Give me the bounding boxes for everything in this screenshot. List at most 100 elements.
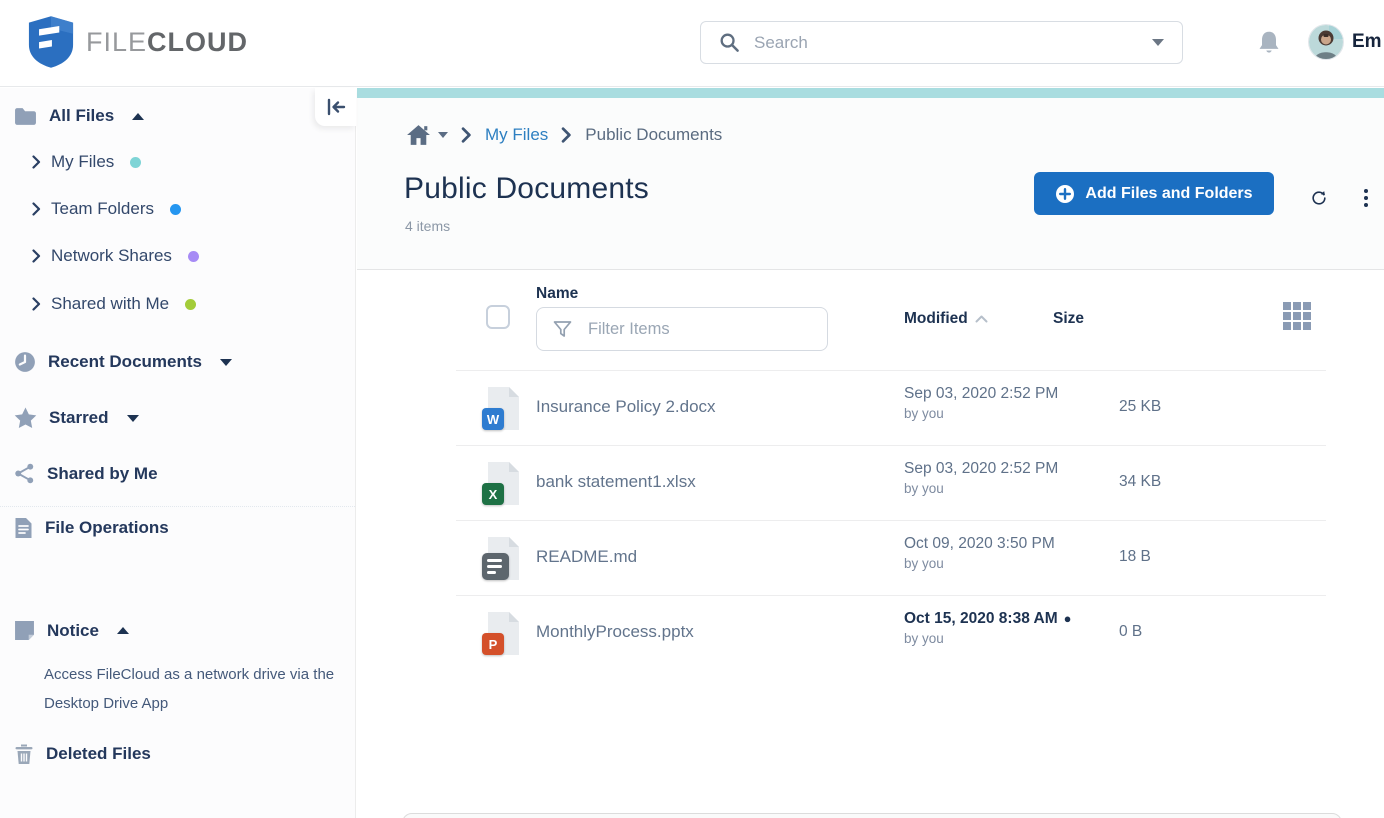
file-row[interactable]: W Insurance Policy 2.docx Sep 03, 2020 2… [456, 370, 1326, 445]
refresh-button[interactable] [1305, 184, 1333, 212]
modified-header-label: Modified [904, 310, 968, 327]
sidebar-collapse-button[interactable] [315, 88, 356, 126]
column-header-modified[interactable]: Modified [904, 310, 988, 328]
caret-down-icon [219, 358, 232, 366]
status-dot [169, 203, 181, 215]
modified-date: Sep 03, 2020 2:52 PM [904, 460, 1059, 477]
chevron-right-icon [461, 127, 471, 143]
modified-date: Oct 09, 2020 3:50 PM [904, 535, 1055, 552]
search-input[interactable] [740, 32, 1152, 53]
sidebar-item-label: My Files [51, 152, 115, 171]
search-scope-caret-icon[interactable] [1152, 39, 1164, 46]
modified-by: by you [904, 556, 944, 571]
select-all-checkbox[interactable] [486, 305, 510, 329]
sidebar-item-all-files[interactable]: All Files [0, 106, 343, 126]
modified-cell: Sep 03, 2020 2:52 PM by you [904, 460, 1058, 496]
sidebar-item-label: Notice [47, 620, 99, 640]
file-row[interactable]: X bank statement1.xlsx Sep 03, 2020 2:52… [456, 445, 1326, 520]
file-name[interactable]: bank statement1.xlsx [536, 472, 696, 492]
document-icon [15, 518, 32, 538]
file-list-section: Name Modified Size [357, 269, 1384, 818]
user-avatar[interactable] [1308, 24, 1344, 60]
page-title: Public Documents [404, 172, 649, 205]
home-icon [407, 125, 430, 145]
sidebar-item-label: Starred [49, 408, 109, 427]
top-header: FILECLOUD Em [0, 0, 1384, 87]
breadcrumb-home[interactable] [405, 123, 448, 147]
sidebar-item-label: All Files [49, 106, 115, 125]
breadcrumb-current: Public Documents [585, 125, 723, 144]
sidebar-item-notice[interactable]: Notice [0, 620, 343, 641]
recent-change-dot: ● [1063, 611, 1072, 626]
excel-file-icon: X [482, 461, 521, 506]
folder-icon [15, 107, 36, 125]
grid-view-toggle-icon[interactable] [1283, 302, 1311, 330]
modified-by: by you [904, 481, 944, 496]
chevron-right-icon [32, 155, 41, 169]
file-name[interactable]: MonthlyProcess.pptx [536, 622, 694, 642]
accent-bar [357, 88, 1384, 98]
search-icon [720, 33, 739, 52]
sidebar-item-shared-by-me[interactable]: Shared by Me [0, 463, 343, 484]
chevron-right-icon [32, 202, 41, 216]
sidebar-item-my-files[interactable]: My Files [0, 152, 343, 172]
notifications-bell-icon[interactable] [1256, 29, 1282, 57]
modified-date: Sep 03, 2020 2:52 PM [904, 385, 1059, 402]
sidebar-item-label: Recent Documents [48, 352, 202, 371]
column-header-size[interactable]: Size [1053, 310, 1084, 328]
chevron-right-icon [32, 249, 41, 263]
file-name[interactable]: README.md [536, 547, 637, 567]
sidebar-item-recent-documents[interactable]: Recent Documents [0, 351, 343, 373]
powerpoint-file-icon: P [482, 611, 521, 656]
breadcrumb-my-files[interactable]: My Files [485, 125, 548, 145]
plus-circle-icon [1056, 184, 1075, 203]
home-caret-down-icon [438, 132, 448, 138]
user-name[interactable]: Em [1352, 31, 1382, 53]
sticky-note-icon [15, 621, 34, 640]
size-cell: 0 B [1119, 623, 1143, 640]
search-bar[interactable] [700, 21, 1183, 64]
filter-funnel-icon [553, 320, 572, 337]
sidebar-item-label: Shared by Me [47, 463, 158, 483]
modified-by: by you [904, 406, 944, 421]
more-options-kebab-icon[interactable] [1357, 185, 1375, 211]
brand-cloud-text: CLOUD [147, 26, 249, 57]
sidebar-item-network-shares[interactable]: Network Shares [0, 246, 343, 266]
chevron-right-icon [561, 127, 572, 143]
sidebar-item-starred[interactable]: Starred [0, 407, 343, 429]
clock-icon [15, 352, 35, 372]
size-cell: 34 KB [1119, 473, 1162, 490]
sort-ascending-icon [975, 315, 988, 323]
file-row[interactable]: P MonthlyProcess.pptx Oct 15, 2020 8:38 … [456, 595, 1326, 670]
file-name[interactable]: Insurance Policy 2.docx [536, 397, 716, 417]
modified-date-text: Oct 15, 2020 8:38 AM [904, 610, 1058, 627]
status-dot [130, 156, 142, 168]
sidebar-item-team-folders[interactable]: Team Folders [0, 199, 343, 219]
file-row[interactable]: README.md Oct 09, 2020 3:50 PM by you 18… [456, 520, 1326, 595]
sidebar-item-deleted-files[interactable]: Deleted Files [0, 743, 343, 765]
size-cell: 18 B [1119, 548, 1151, 565]
sidebar-item-file-operations[interactable]: File Operations [0, 517, 343, 539]
caret-down-icon [126, 414, 139, 422]
filecloud-logo[interactable]: FILECLOUD [28, 15, 248, 69]
sidebar: All Files My Files Team Folders Network … [0, 88, 356, 818]
filter-items-input[interactable] [572, 318, 827, 340]
chevron-right-icon [32, 297, 41, 311]
sidebar-item-label: Network Shares [51, 246, 172, 265]
notice-text: Access FileCloud as a network drive via … [44, 666, 335, 712]
markdown-file-icon [482, 536, 521, 581]
sidebar-item-label: File Operations [45, 518, 169, 537]
table-header: Name Modified Size [456, 270, 1326, 370]
markdown-badge [482, 553, 509, 580]
sidebar-item-shared-with-me[interactable]: Shared with Me [0, 294, 343, 314]
filecloud-shield-icon [28, 16, 74, 68]
add-files-and-folders-button[interactable]: Add Files and Folders [1034, 172, 1274, 215]
sidebar-divider [0, 506, 355, 507]
filter-box[interactable] [536, 307, 828, 351]
brand-file-text: FILE [86, 26, 148, 57]
column-header-name[interactable]: Name [536, 285, 578, 303]
sidebar-item-label: Team Folders [51, 199, 154, 218]
powerpoint-badge: P [482, 633, 504, 655]
status-dot [187, 250, 199, 262]
bottom-panel-peek [402, 813, 1342, 818]
